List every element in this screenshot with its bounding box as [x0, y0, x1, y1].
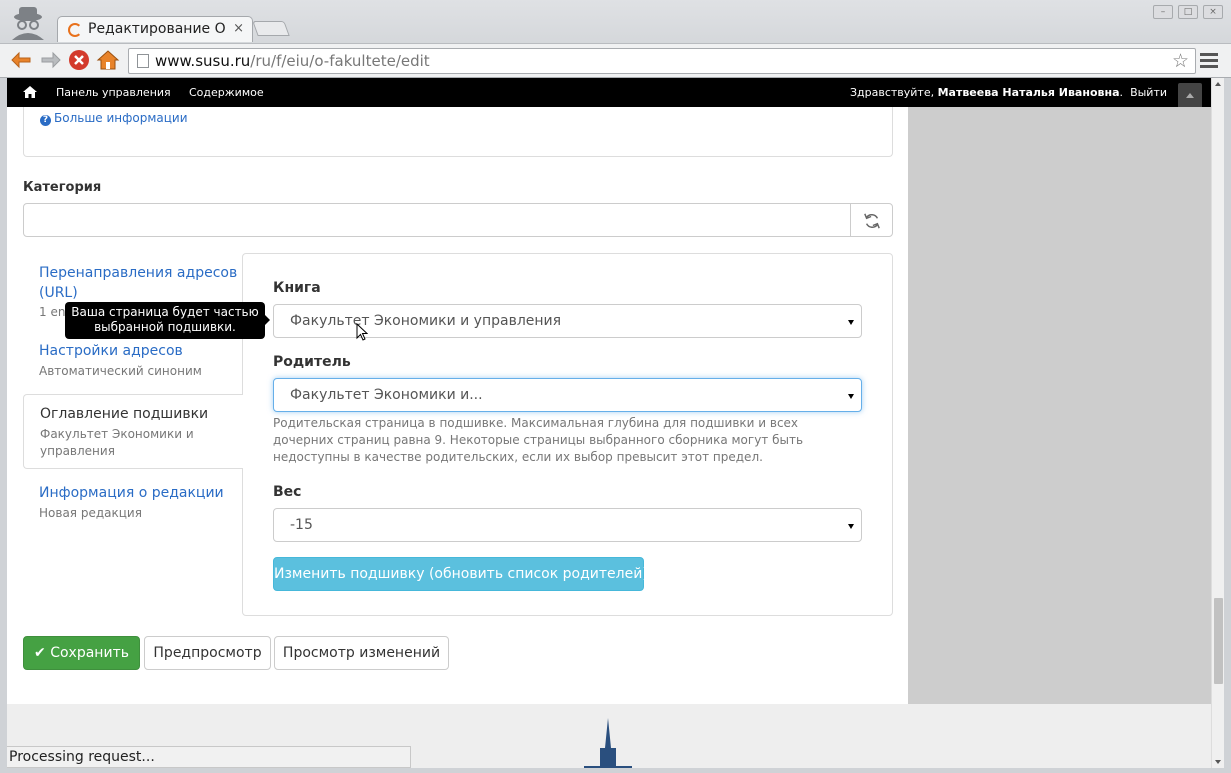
vtab-title[interactable]: Настройки адресов — [39, 343, 183, 359]
view-changes-button[interactable]: Просмотр изменений — [274, 636, 449, 670]
book-label: Книга — [273, 280, 321, 296]
parent-help-text: Родительская страница в подшивке. Максим… — [273, 416, 804, 464]
vtab-subtitle: Автоматический синоним — [39, 364, 202, 378]
weight-label: Вес — [273, 484, 302, 500]
mouse-cursor-icon — [356, 323, 368, 341]
vtab-book-outline[interactable]: Оглавление подшивки Факультет Экономики … — [23, 394, 243, 469]
scroll-up-arrow-icon[interactable] — [1215, 82, 1221, 86]
forward-arrow-icon[interactable] — [38, 48, 62, 72]
home-icon[interactable] — [22, 84, 38, 100]
right-sidebar — [908, 107, 1211, 704]
back-arrow-icon[interactable] — [10, 48, 34, 72]
weight-select[interactable]: -15 — [273, 508, 862, 542]
admin-link-content[interactable]: Содержимое — [189, 86, 264, 99]
change-book-button[interactable]: Изменить подшивку (обновить список родит… — [273, 557, 648, 591]
vtab-subtitle: Новая редакция — [39, 506, 142, 520]
maximize-button[interactable]: □ — [1178, 5, 1198, 19]
minimize-button[interactable]: – — [1153, 5, 1173, 19]
scroll-down-arrow-icon[interactable] — [1215, 760, 1221, 764]
book-outline-panel: Книга Факультет Экономики и управления Р… — [242, 253, 893, 616]
chevron-down-icon — [848, 524, 854, 529]
chevron-down-icon — [848, 394, 854, 399]
user-name[interactable]: Матвеева Наталья Ивановна — [938, 86, 1120, 99]
toolbar-toggle-button[interactable] — [1178, 83, 1202, 107]
page-scrollbar[interactable] — [1211, 78, 1224, 768]
loading-spinner-icon — [68, 23, 82, 37]
parent-select-value: Факультет Экономики и... — [290, 387, 483, 403]
university-logo-icon — [584, 718, 632, 768]
user-greeting: Здравствуйте, Матвеева Наталья Ивановна. — [849, 86, 1123, 99]
page-viewport: Панель управления Содержимое Здравствуйт… — [7, 78, 1211, 768]
scrollbar-thumb[interactable] — [1214, 598, 1223, 684]
check-icon: ✔ — [34, 645, 46, 661]
page-icon — [137, 54, 149, 68]
vtab-subtitle: Факультет Экономики и управления — [40, 427, 194, 458]
weight-select-value: -15 — [290, 517, 313, 533]
tab-close-icon[interactable]: × — [233, 21, 244, 36]
preview-button[interactable]: Предпросмотр — [144, 636, 271, 670]
category-refresh-button[interactable] — [850, 203, 893, 237]
parent-select[interactable]: Факультет Экономики и... — [273, 378, 862, 412]
vtab-title[interactable]: Оглавление подшивки — [40, 406, 208, 422]
admin-link-dashboard[interactable]: Панель управления — [56, 86, 171, 99]
bookmark-star-icon[interactable]: ☆ — [1172, 50, 1189, 72]
book-select-value: Факультет Экономики и управления — [290, 313, 562, 329]
url-text[interactable]: www.susu.ru/ru/f/eiu/o-fakultete/edit — [155, 52, 430, 70]
category-label: Категория — [23, 180, 102, 195]
browser-toolbar: www.susu.ru/ru/f/eiu/o-fakultete/edit ☆ — [0, 43, 1231, 77]
vtab-revision-info[interactable]: Информация о редакции Новая редакция — [23, 485, 243, 535]
vtab-url-settings[interactable]: Настройки адресов Автоматический синоним — [23, 343, 243, 393]
new-tab-button[interactable] — [252, 21, 290, 36]
incognito-icon — [12, 7, 44, 40]
save-button[interactable]: ✔ Сохранить — [23, 636, 140, 670]
browser-tab[interactable]: Редактирование О × — [57, 16, 253, 42]
parent-label: Родитель — [273, 354, 351, 370]
tooltip: Ваша страница будет частью выбранной под… — [65, 302, 270, 339]
vtab-subtitle: 1 en — [39, 305, 66, 319]
vtab-title[interactable]: Информация о редакции — [39, 485, 224, 501]
admin-toolbar: Панель управления Содержимое Здравствуйт… — [7, 78, 1211, 107]
logout-link[interactable]: Выйти — [1130, 86, 1167, 99]
question-circle-icon: ? — [40, 115, 51, 126]
category-input[interactable] — [23, 203, 851, 237]
address-bar[interactable]: www.susu.ru/ru/f/eiu/o-fakultete/edit ☆ — [128, 48, 1196, 74]
browser-chrome: Редактирование О × – □ × www.susu.ru/ru/… — [0, 0, 1231, 78]
more-info-link[interactable]: ? Больше информации — [40, 111, 188, 126]
browser-menu-icon[interactable] — [1200, 50, 1218, 70]
info-panel: ? Больше информации — [23, 107, 893, 157]
vtab-title[interactable]: Перенаправления адресов (URL) — [39, 263, 239, 303]
chevron-down-icon — [848, 320, 854, 325]
home-button-icon[interactable] — [96, 48, 120, 72]
close-window-button[interactable]: × — [1203, 5, 1223, 19]
tab-title: Редактирование О — [88, 21, 226, 37]
stop-icon[interactable] — [67, 48, 91, 72]
status-bar: Processing request... — [7, 746, 411, 768]
refresh-icon — [864, 213, 880, 229]
